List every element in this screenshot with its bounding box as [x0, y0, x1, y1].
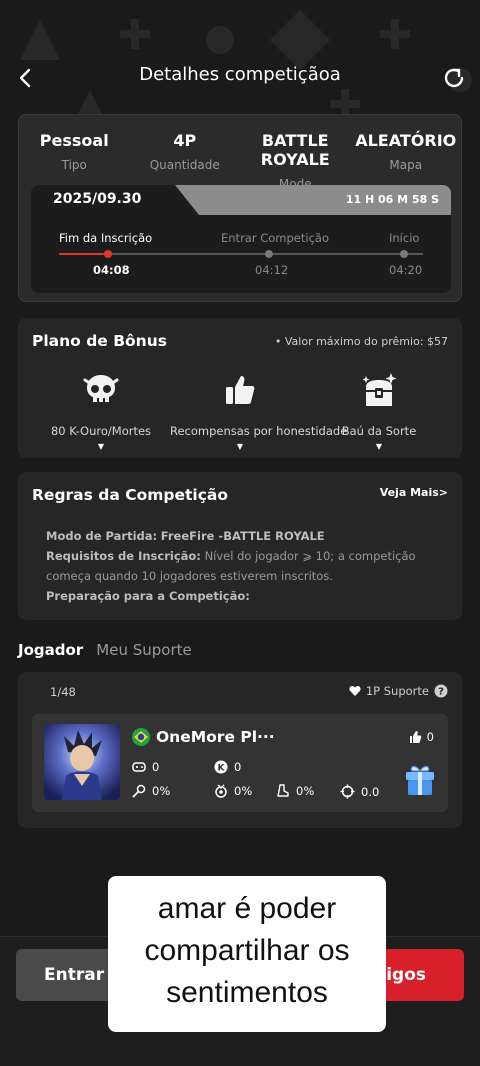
bonus-items: 80 K-Ouro/Mortes ▼ Recompensas por hones… — [18, 370, 462, 451]
heart-icon — [349, 686, 361, 696]
crosshair-icon — [340, 784, 355, 799]
stage-label-start: Início — [389, 231, 420, 245]
stat-rate-2: 0% — [214, 784, 252, 798]
stat-rate-1: 0% — [132, 784, 170, 798]
bonus-title: Plano de Bônus — [32, 332, 167, 350]
stage-time-registration-end: 04:08 — [93, 263, 130, 277]
caption-line: compartilhar os — [144, 934, 350, 967]
help-icon[interactable]: ? — [434, 684, 448, 698]
support-count: 1P Suporte — [365, 684, 429, 698]
stage-dot-registration-end — [104, 250, 112, 258]
competition-attributes: Pessoal Tipo 4P Quantidade BATTLE ROYALE… — [19, 131, 461, 191]
timeline-progress — [59, 253, 103, 255]
rule-requirements-label: Requisitos de Inscrição: — [46, 549, 201, 563]
attribute-value: 4P — [173, 131, 197, 150]
players-card: 1/48 1P Suporte ? OneMore Pl··· 0 0 K 0 … — [18, 672, 462, 828]
stat-value: 0% — [296, 784, 315, 798]
bonus-item-honesty[interactable]: Recompensas por honestidade ▼ — [170, 370, 348, 451]
attribute-value: Pessoal — [39, 131, 109, 150]
bonus-plan-card: Plano de Bônus • Valor máximo do prêmio:… — [18, 318, 462, 458]
bonus-item-label: Baú da Sorte — [341, 424, 417, 438]
triangle-down-icon: ▼ — [97, 442, 105, 451]
attribute-map: ALEATÓRIO Mapa — [351, 131, 462, 191]
stat-value: 0.0 — [361, 784, 380, 799]
competition-rules-card: Regras da Competição Veja Mais> Modo de … — [18, 472, 462, 620]
caption-line: sentimentos — [166, 976, 328, 1009]
boot-icon — [277, 784, 289, 797]
attribute-type: Pessoal Tipo — [19, 131, 130, 191]
refresh-button[interactable] — [438, 62, 470, 94]
stage-dot-start — [400, 250, 408, 258]
triangle-down-icon: ▼ — [375, 442, 383, 451]
max-prize: • Valor máximo do prêmio: $57 — [274, 335, 448, 348]
tab-my-support[interactable]: Meu Suporte — [96, 641, 191, 659]
skull-icon — [83, 375, 119, 402]
svg-text:?: ? — [438, 687, 444, 698]
page-title: Detalhes competiçãoa — [139, 64, 341, 85]
rule-mode-value: FreeFire -BATTLE ROYALE — [160, 529, 325, 543]
medal-icon — [215, 784, 227, 798]
attribute-label: Mapa — [389, 158, 423, 172]
rules-title: Regras da Competição — [32, 486, 229, 504]
player-list-item[interactable]: OneMore Pl··· 0 0 K 0 0% 0% 0% 0.0 — [32, 714, 448, 812]
attribute-mode: BATTLE ROYALE Mode — [240, 131, 351, 191]
attribute-value: ALEATÓRIO — [355, 131, 457, 150]
competition-date: 2025/09.30 — [53, 191, 142, 207]
stat-value: 0 — [152, 760, 160, 774]
attribute-quantity: 4P Quantidade — [130, 131, 241, 191]
attribute-label: Quantidade — [149, 158, 220, 172]
bonus-item-lucky-chest[interactable]: Baú da Sorte ▼ — [310, 370, 448, 451]
likes-count: 0 — [426, 730, 434, 744]
stage-time-start: 04:20 — [389, 263, 423, 277]
attribute-label: Tipo — [61, 158, 87, 172]
stat-value: 0 — [234, 760, 242, 774]
timeline-header: 2025/09.30 11 H 06 M 58 S — [31, 185, 451, 215]
gift-icon[interactable] — [402, 762, 438, 798]
thumbs-up-icon — [226, 376, 255, 404]
stat-value: 0% — [234, 784, 253, 798]
caption-line: amar é poder — [157, 892, 337, 925]
stat-rate-3: 0% — [276, 784, 314, 798]
wrench-icon — [132, 784, 146, 798]
lucky-chest-icon — [362, 373, 397, 406]
player-count: 1/48 — [50, 685, 76, 699]
competition-info-card: Pessoal Tipo 4P Quantidade BATTLE ROYALE… — [18, 114, 462, 302]
timeline-track — [59, 253, 423, 255]
bonus-item-label: Recompensas por honestidade — [170, 424, 348, 438]
stage-dot-enter — [265, 250, 273, 258]
rules-text: Modo de Partida: FreeFire -BATTLE ROYALE… — [46, 526, 426, 606]
tab-player[interactable]: Jogador — [18, 641, 83, 659]
stage-label-registration-end: Fim da Inscrição — [59, 231, 153, 245]
bonus-item-label: 80 K-Ouro/Mortes — [50, 424, 152, 438]
stat-games: 0 — [132, 760, 159, 774]
stage-time-enter: 04:12 — [255, 263, 289, 277]
top-bar: Detalhes competiçãoa — [0, 56, 480, 100]
player-likes[interactable]: 0 — [408, 730, 434, 744]
player-tabs: Jogador Meu Suporte — [18, 640, 200, 664]
competition-timeline: 2025/09.30 11 H 06 M 58 S Fim da Inscriç… — [31, 185, 451, 293]
svg-text:K: K — [218, 764, 226, 774]
see-more-link[interactable]: Veja Mais> — [380, 486, 448, 499]
rule-mode-label: Modo de Partida: — [46, 529, 158, 543]
caption-overlay: amar é poder compartilhar os sentimentos — [108, 876, 386, 1032]
stat-value: 0% — [152, 784, 171, 798]
rule-preparation-label: Preparação para a Competição: — [46, 589, 250, 603]
support-info: 1P Suporte ? — [349, 684, 448, 698]
like-hand-icon — [409, 731, 421, 743]
bonus-item-kills[interactable]: 80 K-Ouro/Mortes ▼ — [32, 370, 170, 451]
attribute-value: BATTLE ROYALE — [260, 131, 330, 169]
countdown-timer: 11 H 06 M 58 S — [345, 193, 439, 206]
avatar — [44, 724, 120, 800]
player-name: OneMore Pl··· — [156, 728, 275, 746]
stat-rate-4: 0.0 — [340, 784, 379, 799]
stage-label-enter: Entrar Competição — [221, 231, 329, 245]
refresh-icon — [444, 68, 464, 88]
triangle-down-icon: ▼ — [236, 442, 244, 451]
brazil-flag-icon — [132, 728, 150, 746]
stat-kills: K 0 — [214, 760, 241, 774]
player-name-row: OneMore Pl··· — [132, 728, 275, 746]
gamepad-icon — [132, 762, 146, 772]
k-coin-icon: K — [214, 760, 228, 774]
